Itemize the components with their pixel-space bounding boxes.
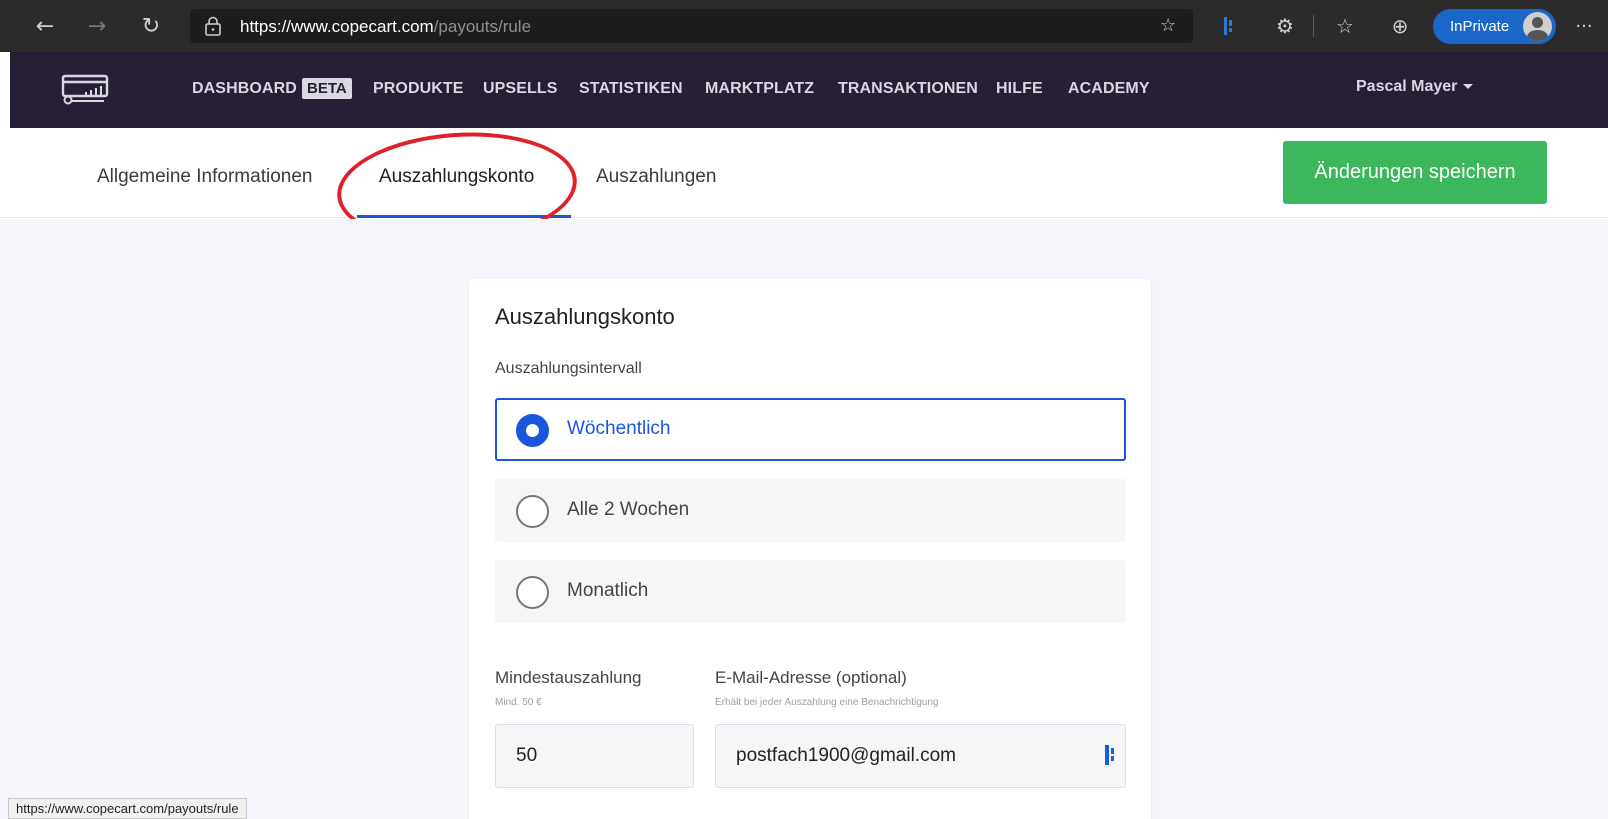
user-name: Pascal Mayer (1356, 78, 1458, 95)
collections-icon[interactable]: ⊕ (1386, 12, 1414, 40)
inprivate-label: InPrivate (1450, 18, 1510, 35)
min-payout-label: Mindestauszahlung (495, 668, 642, 687)
url-host: www.copecart.com (291, 17, 434, 36)
add-favorite-icon[interactable]: ☆ (1160, 15, 1184, 37)
tab-auszahlungen[interactable]: Auszahlungen (596, 166, 716, 188)
nav-academy[interactable]: ACADEMY (1068, 80, 1150, 98)
reload-icon[interactable]: ↻ (137, 12, 165, 40)
extensions-icon[interactable]: ⚙ (1271, 12, 1299, 40)
active-tab-indicator (357, 215, 571, 218)
nav-hilfe[interactable]: HILFE (996, 80, 1043, 98)
tab-auszahlungskonto[interactable]: Auszahlungskonto (379, 166, 534, 188)
beta-badge: BETA (302, 78, 352, 99)
card-title: Auszahlungskonto (495, 304, 675, 329)
browser-toolbar: ← → ↻ https://www.copecart.com/payouts/r… (0, 0, 1608, 52)
nav-upsells[interactable]: UPSELLS (483, 80, 558, 98)
profile-avatar[interactable] (1523, 12, 1552, 41)
main-content: Auszahlungskonto Auszahlungsintervall Wö… (0, 219, 1608, 819)
radio-option-weekly[interactable]: Wöchentlich (495, 398, 1126, 461)
nav-produkte[interactable]: PRODUKTE (373, 80, 464, 98)
status-bar-url: https://www.copecart.com/payouts/rule (8, 798, 247, 819)
copecart-logo[interactable] (60, 74, 112, 106)
url-scheme: https:// (240, 17, 292, 36)
back-arrow-icon[interactable]: ← (31, 12, 59, 40)
bitwarden-extension-icon[interactable] (1224, 17, 1236, 35)
forward-arrow-icon[interactable]: → (83, 12, 111, 40)
radio-option-biweekly[interactable]: Alle 2 Wochen (495, 479, 1126, 542)
site-nav: DASHBOARD BETA PRODUKTE UPSELLS STATISTI… (10, 52, 1608, 128)
caret-down-icon (1463, 84, 1474, 90)
email-input[interactable] (715, 724, 1126, 788)
payout-account-card: Auszahlungskonto Auszahlungsintervall Wö… (469, 279, 1151, 819)
radio-label: Wöchentlich (567, 418, 671, 439)
nav-marktplatz[interactable]: MARKTPLATZ (705, 80, 814, 98)
radio-selected-icon[interactable] (516, 414, 549, 447)
email-label: E-Mail-Adresse (optional) (715, 668, 907, 687)
tabs-bar: Allgemeine Informationen Auszahlungskont… (0, 128, 1608, 218)
radio-label: Alle 2 Wochen (567, 499, 690, 520)
url-path: /payouts/rule (433, 17, 532, 36)
tab-allgemeine-informationen[interactable]: Allgemeine Informationen (97, 166, 312, 188)
more-menu-icon[interactable]: ··· (1570, 12, 1598, 40)
nav-dashboard[interactable]: DASHBOARD (192, 80, 297, 98)
interval-label: Auszahlungsintervall (495, 360, 642, 377)
user-menu[interactable]: Pascal Mayer (1356, 78, 1474, 96)
min-payout-input[interactable] (495, 724, 694, 788)
min-payout-hint: Mind. 50 € (495, 697, 542, 708)
lock-icon[interactable] (204, 16, 222, 36)
email-hint: Erhält bei jeder Auszahlung eine Benachr… (715, 697, 939, 708)
address-bar[interactable]: https://www.copecart.com/payouts/rule ☆ (190, 9, 1193, 43)
inprivate-button[interactable]: InPrivate (1433, 9, 1556, 44)
favorites-icon[interactable]: ☆ (1331, 12, 1359, 40)
nav-statistiken[interactable]: STATISTIKEN (579, 80, 683, 98)
radio-label: Monatlich (567, 580, 649, 601)
radio-unselected-icon[interactable] (516, 495, 549, 528)
radio-option-monthly[interactable]: Monatlich (495, 560, 1126, 623)
url-text: https://www.copecart.com/payouts/rule (240, 17, 531, 37)
nav-transaktionen[interactable]: TRANSAKTIONEN (838, 80, 978, 98)
save-changes-button[interactable]: Änderungen speichern (1283, 141, 1547, 204)
radio-unselected-icon[interactable] (516, 576, 549, 609)
toolbar-separator (1313, 15, 1314, 37)
bitwarden-autofill-icon[interactable] (1105, 745, 1119, 765)
